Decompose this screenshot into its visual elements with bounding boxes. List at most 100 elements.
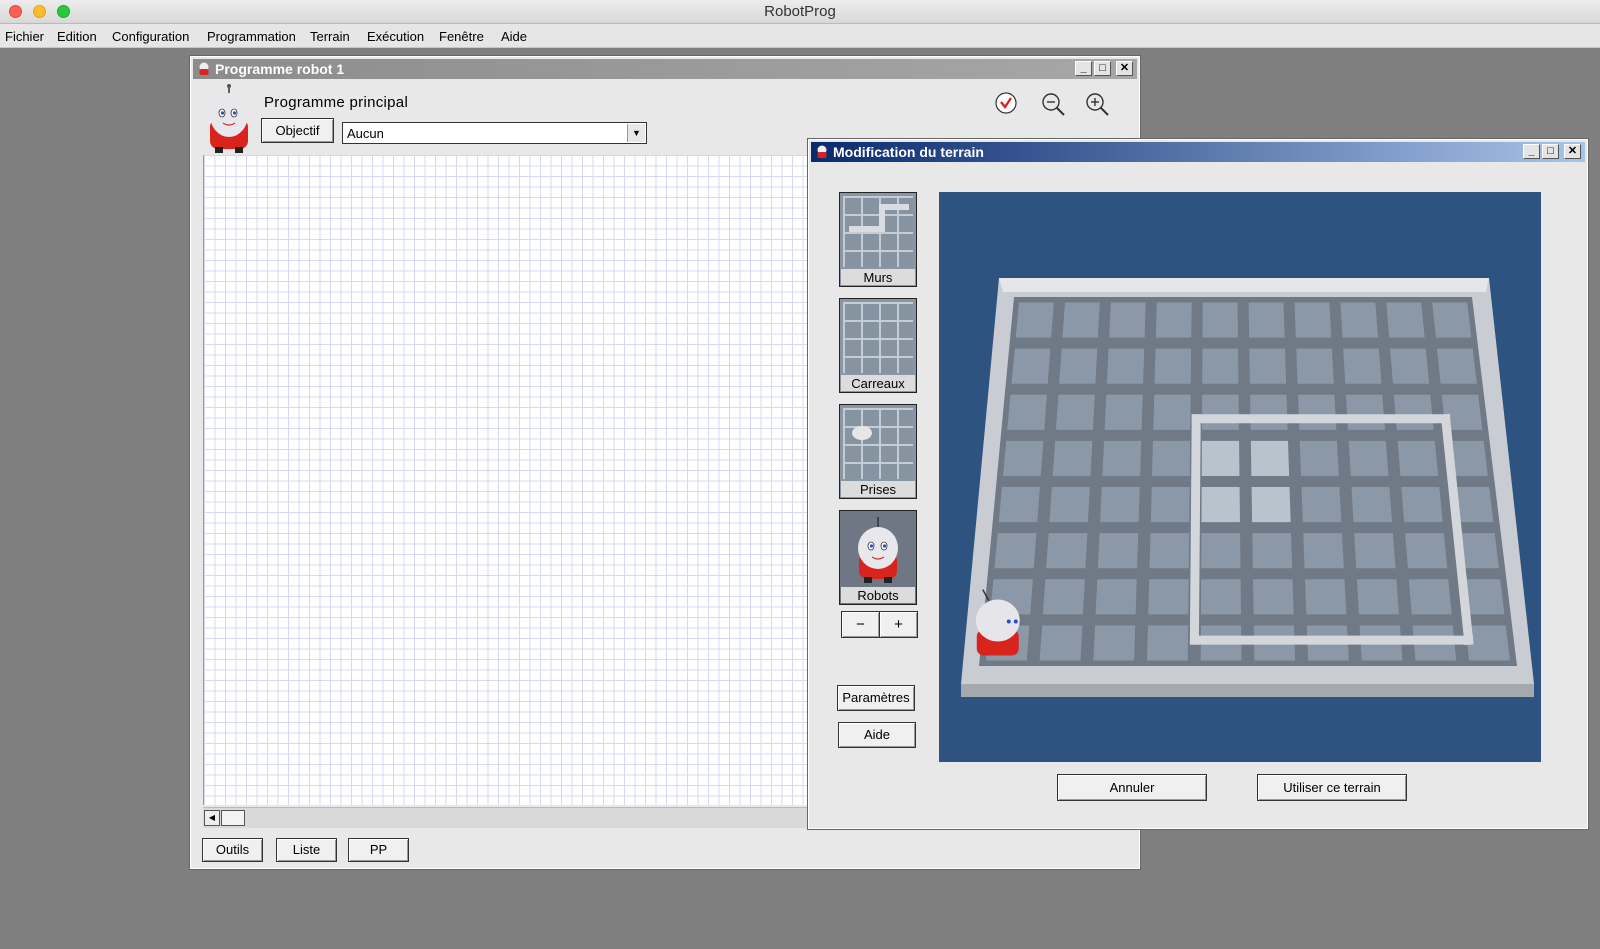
- terrain-tile: [1046, 533, 1088, 569]
- menu-execution[interactable]: Exécution: [367, 29, 424, 44]
- menu-terrain[interactable]: Terrain: [310, 29, 350, 44]
- menu-configuration[interactable]: Configuration: [112, 29, 189, 44]
- liste-button[interactable]: Liste: [276, 838, 337, 862]
- terrain-tile: [1340, 302, 1378, 338]
- robot-head: [975, 599, 1020, 642]
- close-button[interactable]: ✕: [1564, 144, 1581, 159]
- objective-select[interactable]: Aucun ▼: [342, 122, 647, 144]
- terrain-window-title: Modification du terrain: [833, 144, 984, 160]
- terrain-tile: [1093, 625, 1136, 661]
- horizontal-scrollbar[interactable]: ◀: [203, 807, 809, 828]
- board-top-wall: [999, 278, 1489, 292]
- terrain-tile: [1301, 487, 1342, 523]
- tool-robots[interactable]: Robots: [839, 510, 917, 605]
- menu-aide[interactable]: Aide: [501, 29, 527, 44]
- terrain-tile: [1097, 533, 1139, 569]
- terrain-tile: [1152, 440, 1191, 476]
- terrain-tile: [1351, 487, 1393, 523]
- use-terrain-button[interactable]: Utiliser ce terrain: [1257, 774, 1407, 801]
- dropdown-arrow-icon[interactable]: ▼: [627, 124, 645, 142]
- tiles-icon: [843, 302, 913, 373]
- zoom-in-icon[interactable]: [1084, 91, 1110, 117]
- zoom-out-icon[interactable]: [1040, 91, 1066, 117]
- terrain-tile: [1002, 440, 1044, 476]
- terrain-tile: [1393, 394, 1434, 430]
- terrain-tile: [1049, 487, 1090, 523]
- robot-icon: [817, 145, 827, 158]
- terrain-window-titlebar[interactable]: Modification du terrain _ □ ✕: [811, 142, 1585, 162]
- terrain-wall: [1189, 414, 1201, 645]
- tool-grabs[interactable]: Prises: [839, 404, 917, 499]
- menu-bar: Fichier Edition Configuration Programmat…: [0, 24, 1600, 48]
- minimize-button[interactable]: _: [1523, 144, 1540, 159]
- terrain-tile: [1253, 579, 1294, 615]
- check-icon[interactable]: [994, 91, 1018, 115]
- decrement-button[interactable]: −: [841, 611, 880, 638]
- scroll-left-icon[interactable]: ◀: [204, 810, 220, 826]
- terrain-board[interactable]: [939, 192, 1541, 762]
- app-titlebar: RobotProg: [0, 0, 1600, 24]
- terrain-tile: [1248, 302, 1285, 338]
- help-button[interactable]: Aide: [838, 722, 916, 748]
- tool-grabs-label: Prises: [841, 481, 915, 497]
- objectif-button[interactable]: Objectif: [261, 118, 334, 143]
- robot-eye: [1013, 619, 1018, 624]
- terrain-tile: [1202, 348, 1239, 384]
- terrain-tile: [1059, 348, 1098, 384]
- terrain-tile: [1343, 348, 1382, 384]
- terrain-tile: [1408, 579, 1452, 615]
- program-grid-canvas[interactable]: [203, 155, 810, 805]
- terrain-tile: [1202, 302, 1238, 338]
- terrain-tile: [1251, 487, 1291, 523]
- maximize-button[interactable]: □: [1542, 144, 1559, 159]
- tool-walls[interactable]: Murs: [839, 192, 917, 287]
- terrain-tile: [1390, 348, 1430, 384]
- outils-button[interactable]: Outils: [202, 838, 263, 862]
- terrain-tile: [1109, 302, 1146, 338]
- tool-tiles[interactable]: Carreaux: [839, 298, 917, 393]
- app-title: RobotProg: [764, 3, 836, 20]
- robot-avatar: [210, 84, 248, 153]
- terrain-tile: [1304, 579, 1347, 615]
- terrain-window: Modification du terrain _ □ ✕ Murs Carre…: [807, 138, 1589, 830]
- cancel-button[interactable]: Annuler: [1057, 774, 1207, 801]
- terrain-tile: [1299, 440, 1339, 476]
- minimize-button[interactable]: _: [1075, 61, 1092, 76]
- scroll-thumb[interactable]: [221, 810, 245, 826]
- menu-fenetre[interactable]: Fenêtre: [439, 29, 484, 44]
- terrain-tile: [1102, 440, 1142, 476]
- increment-button[interactable]: +: [879, 611, 918, 638]
- board-edge: [961, 684, 1534, 697]
- close-button[interactable]: ✕: [1116, 61, 1133, 76]
- tool-walls-label: Murs: [841, 269, 915, 285]
- terrain-tile: [994, 533, 1037, 569]
- menu-programmation[interactable]: Programmation: [207, 29, 296, 44]
- menu-fichier[interactable]: Fichier: [5, 29, 44, 44]
- terrain-tile: [1200, 579, 1241, 615]
- terrain-tile: [1294, 302, 1332, 338]
- terrain-tile: [1095, 579, 1137, 615]
- terrain-tile: [1249, 348, 1287, 384]
- terrain-tile: [1201, 394, 1239, 430]
- robot-icon: [858, 517, 898, 583]
- program-heading: Programme principal: [264, 94, 409, 111]
- parameters-button[interactable]: Paramètres: [837, 685, 915, 711]
- terrain-tile: [1052, 440, 1093, 476]
- maximize-button[interactable]: □: [1094, 61, 1111, 76]
- terrain-tile: [1148, 579, 1189, 615]
- menu-edition[interactable]: Edition: [57, 29, 97, 44]
- terrain-tile: [1296, 348, 1334, 384]
- terrain-tile: [1154, 348, 1192, 384]
- terrain-tile: [1007, 394, 1047, 430]
- terrain-tile: [1062, 302, 1100, 338]
- terrain-tile: [1106, 348, 1145, 384]
- terrain-3d-view[interactable]: [939, 192, 1541, 762]
- terrain-tile: [1100, 487, 1140, 523]
- program-window-titlebar[interactable]: Programme robot 1 _ □ ✕: [193, 59, 1137, 79]
- walls-icon: [843, 196, 913, 267]
- terrain-tile: [1201, 440, 1240, 476]
- pp-button[interactable]: PP: [348, 838, 409, 862]
- terrain-tile: [1055, 394, 1095, 430]
- tool-robots-label: Robots: [841, 587, 915, 603]
- terrain-tile: [1405, 533, 1448, 569]
